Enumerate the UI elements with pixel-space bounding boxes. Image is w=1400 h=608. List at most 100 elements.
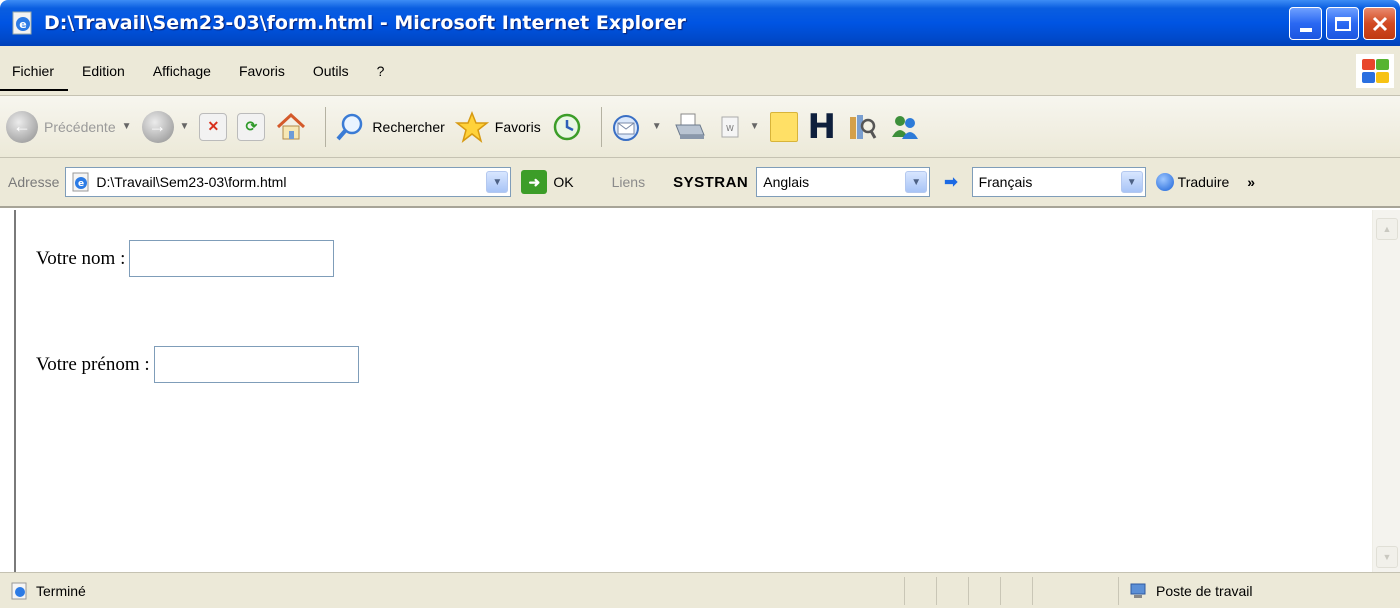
refresh-icon: ⟳ [237, 112, 266, 141]
forward-dropdown-icon[interactable]: ▼ [180, 121, 190, 132]
forward-icon: → [141, 110, 174, 143]
prenom-input[interactable] [153, 346, 359, 383]
address-input[interactable]: e D:\Travail\Sem23-03\form.html ▼ [65, 167, 512, 197]
status-divider [904, 577, 905, 605]
home-button[interactable] [275, 111, 307, 143]
menu-fichier[interactable]: Fichier [12, 63, 54, 79]
vertical-scrollbar[interactable]: ▲ ▼ [1372, 210, 1400, 572]
minimize-button[interactable] [1289, 7, 1322, 40]
translate-globe-icon [1155, 173, 1174, 191]
source-language-select[interactable]: Anglais ▼ [756, 167, 931, 197]
close-icon [1372, 16, 1387, 31]
scroll-down-icon[interactable]: ▼ [1376, 546, 1398, 568]
status-divider [1118, 577, 1119, 605]
minimize-icon [1299, 27, 1312, 32]
favorites-icon [454, 110, 489, 143]
source-language-value: Anglais [763, 174, 810, 190]
stop-button[interactable]: ✕ [199, 112, 228, 141]
menu-bar: Fichier Edition Affichage Favoris Outils… [0, 46, 1400, 96]
search-button[interactable]: Rechercher [334, 111, 445, 143]
translate-button[interactable]: Traduire [1155, 173, 1230, 191]
standard-toolbar: ← Précédente ▼ → ▼ ✕ ⟳ Rechercher Favori… [0, 96, 1400, 158]
source-language-dropdown-icon[interactable]: ▼ [905, 171, 928, 193]
page-done-icon [11, 582, 27, 599]
maximize-button[interactable] [1326, 7, 1359, 40]
go-label: OK [553, 174, 574, 190]
ie-page-icon: e [12, 11, 32, 35]
search-label: Rechercher [372, 118, 445, 135]
more-toolbar-chevron[interactable]: » [1247, 174, 1255, 190]
windows-logo-icon [1356, 54, 1394, 88]
toolbar-separator [325, 106, 327, 147]
address-bar: Adresse e D:\Travail\Sem23-03\form.html … [0, 158, 1400, 208]
edit-button[interactable]: W ▼ [716, 112, 760, 142]
scroll-up-icon[interactable]: ▲ [1376, 218, 1398, 240]
menu-outils[interactable]: Outils [313, 63, 349, 79]
address-dropdown-icon[interactable]: ▼ [486, 171, 509, 193]
translate-label: Traduire [1177, 174, 1230, 190]
print-icon [674, 113, 705, 139]
forward-button[interactable]: → ▼ [141, 110, 190, 143]
title-bar[interactable]: e D:\Travail\Sem23-03\form.html - Micros… [0, 0, 1400, 46]
go-button[interactable]: ➜ OK [521, 170, 574, 194]
menu-edition[interactable]: Edition [82, 63, 125, 79]
svg-text:e: e [19, 18, 26, 31]
back-button[interactable]: ← Précédente ▼ [6, 110, 132, 143]
status-divider [1032, 577, 1033, 605]
systran-label: SYSTRAN [673, 173, 749, 191]
mail-button[interactable]: ▼ [610, 111, 662, 143]
messenger-icon [891, 115, 918, 139]
research-icon [849, 114, 877, 139]
target-language-select[interactable]: Français ▼ [971, 167, 1146, 197]
favorites-label: Favoris [494, 118, 541, 135]
svg-text:e: e [78, 179, 84, 189]
menu-help[interactable]: ? [377, 63, 385, 79]
mail-icon [612, 114, 639, 141]
menu-favoris[interactable]: Favoris [239, 63, 285, 79]
status-divider [936, 577, 937, 605]
messenger-button[interactable] [888, 111, 922, 143]
address-value: D:\Travail\Sem23-03\form.html [96, 174, 287, 190]
nom-input[interactable] [129, 240, 335, 277]
nom-label: Votre nom : [36, 247, 126, 269]
research-button[interactable] [846, 111, 878, 143]
back-dropdown-icon[interactable]: ▼ [122, 121, 132, 132]
status-divider [1000, 577, 1001, 605]
address-label: Adresse [8, 174, 60, 190]
favorites-button[interactable]: Favoris [454, 110, 541, 143]
stop-icon: ✕ [199, 112, 228, 141]
close-button[interactable] [1363, 7, 1396, 40]
mail-dropdown-icon[interactable]: ▼ [652, 121, 662, 132]
history-icon [553, 113, 580, 140]
notepad-icon [769, 111, 798, 142]
print-button[interactable] [672, 111, 706, 143]
links-label[interactable]: Liens [612, 174, 645, 190]
nom-row: Votre nom : [36, 240, 335, 277]
go-arrow-icon: ➜ [521, 170, 548, 194]
computer-icon [1130, 583, 1146, 598]
maximize-icon [1334, 16, 1351, 31]
prenom-label: Votre prénom : [36, 353, 150, 375]
edit-icon: W [721, 116, 739, 137]
notepad-button[interactable] [769, 111, 798, 142]
status-text: Terminé [36, 582, 86, 599]
prenom-row: Votre prénom : [36, 346, 359, 383]
page-icon: e [72, 172, 89, 192]
edit-dropdown-icon[interactable]: ▼ [750, 121, 760, 132]
home-icon [277, 112, 306, 139]
back-label: Précédente [44, 118, 116, 135]
translate-direction-arrow-icon: ➡ [944, 174, 958, 191]
target-language-value: Français [978, 174, 1033, 190]
menu-affichage[interactable]: Affichage [153, 63, 211, 79]
window-title: D:\Travail\Sem23-03\form.html - Microsof… [44, 12, 686, 34]
target-language-dropdown-icon[interactable]: ▼ [1120, 171, 1143, 193]
security-zone[interactable]: Poste de travail [1128, 573, 1253, 608]
refresh-button[interactable]: ⟳ [237, 112, 266, 141]
menu-divider [0, 89, 68, 91]
h-icon: H [807, 106, 836, 147]
status-bar: Terminé Poste de travail [0, 572, 1400, 608]
h-button[interactable]: H [807, 106, 836, 147]
history-button[interactable] [551, 111, 583, 143]
back-icon: ← [6, 110, 38, 143]
zone-label: Poste de travail [1156, 583, 1253, 599]
